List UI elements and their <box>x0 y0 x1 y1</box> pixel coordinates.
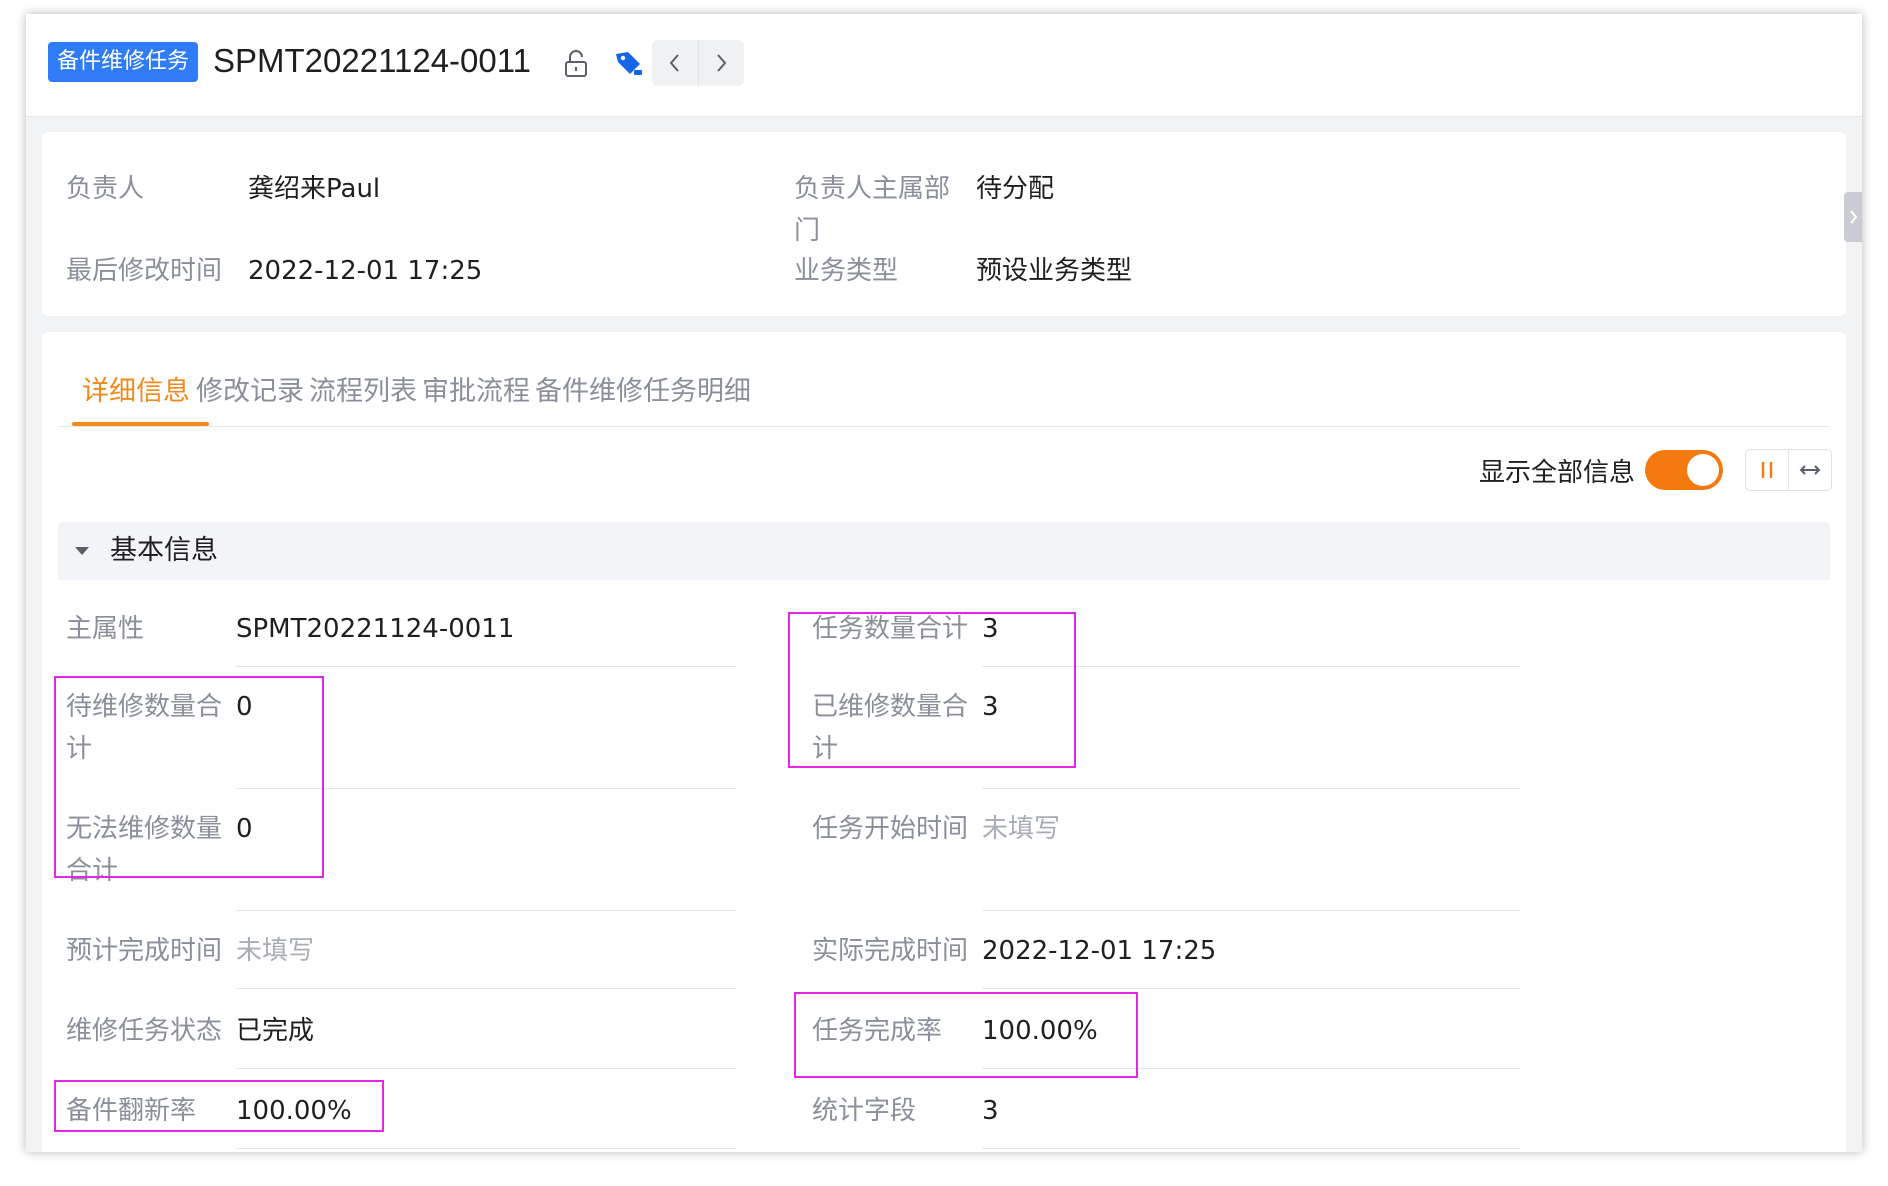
chevron-left-icon[interactable] <box>652 40 698 86</box>
field-divider <box>236 910 736 911</box>
field-divider <box>982 788 1520 789</box>
object-type-badge: 备件维修任务 <box>48 42 199 82</box>
biz-type-value: 预设业务类型 <box>976 256 1133 286</box>
tab-details[interactable]: 详细信息 <box>82 368 190 416</box>
highlight-box <box>794 992 1138 1078</box>
tab-process-list[interactable]: 流程列表 <box>309 368 417 416</box>
field-value: 已完成 <box>236 1016 315 1046</box>
tab-approval-flow[interactable]: 审批流程 <box>422 368 530 416</box>
full-width-icon[interactable] <box>1788 450 1831 490</box>
record-pager <box>652 40 744 86</box>
field-divider <box>982 1148 1520 1149</box>
field-label: 预计完成时间 <box>66 936 223 966</box>
toggle-knob <box>1687 454 1719 486</box>
biz-type-label: 业务类型 <box>794 256 899 286</box>
highlight-box <box>54 676 324 878</box>
layout-switch <box>1745 449 1832 491</box>
display-options: 显示全部信息 <box>1479 448 1832 492</box>
modified-value: 2022-12-01 17:25 <box>248 256 483 286</box>
field-value: 3 <box>982 1096 999 1126</box>
side-panel-toggle[interactable] <box>1844 192 1862 242</box>
field-value: 2022-12-01 17:25 <box>982 936 1217 966</box>
summary-card: 负责人 龚绍来Paul 负责人主属部 门 待分配 最后修改时间 2022-12-… <box>42 132 1846 316</box>
field-divider <box>982 988 1520 989</box>
caret-down-icon <box>75 547 89 555</box>
chevron-right-icon[interactable] <box>697 40 745 86</box>
dept-label: 负责人主属部 <box>794 174 951 204</box>
field-label: 维修任务状态 <box>66 1016 223 1046</box>
dept-label-cont: 门 <box>794 216 821 246</box>
highlight-box <box>54 1080 384 1132</box>
active-tab-indicator <box>72 422 209 426</box>
highlight-box <box>788 612 1076 768</box>
field-divider <box>982 910 1520 911</box>
field-value: 未填写 <box>982 814 1061 844</box>
field-divider <box>236 1068 736 1069</box>
dept-value: 待分配 <box>976 174 1055 204</box>
modified-label: 最后修改时间 <box>66 256 223 286</box>
field-value: SPMT20221124-0011 <box>236 614 515 644</box>
owner-value: 龚绍来Paul <box>248 174 381 204</box>
field-label: 任务开始时间 <box>812 814 969 844</box>
show-all-label: 显示全部信息 <box>1478 457 1635 488</box>
lock-icon[interactable] <box>556 44 596 84</box>
field-divider <box>236 666 736 667</box>
field-label: 主属性 <box>66 614 145 644</box>
tab-change-log[interactable]: 修改记录 <box>196 368 304 416</box>
record-header: 备件维修任务 SPMT20221124-0011 <box>26 14 1862 117</box>
record-detail-window: 备件维修任务 SPMT20221124-0011 负责人 龚绍来Paul 负责人… <box>26 14 1862 1152</box>
tag-icon[interactable] <box>608 44 648 84</box>
tab-bar: 详细信息 修改记录 流程列表 审批流程 备件维修任务明细 <box>58 368 1830 427</box>
field-label: 实际完成时间 <box>812 936 969 966</box>
field-label: 统计字段 <box>812 1096 917 1126</box>
record-title: SPMT20221124-0011 <box>213 42 531 79</box>
show-all-toggle[interactable] <box>1645 450 1723 490</box>
tab-task-items[interactable]: 备件维修任务明细 <box>535 368 751 416</box>
field-divider <box>236 988 736 989</box>
section-header-basic[interactable]: 基本信息 <box>58 522 1830 580</box>
owner-label: 负责人 <box>66 174 145 204</box>
two-column-icon[interactable] <box>1746 450 1788 490</box>
section-title: 基本信息 <box>110 535 218 566</box>
field-value: 未填写 <box>236 936 315 966</box>
field-divider <box>236 1148 736 1149</box>
detail-card: 详细信息 修改记录 流程列表 审批流程 备件维修任务明细 显示全部信息 基本信息… <box>42 332 1846 1152</box>
